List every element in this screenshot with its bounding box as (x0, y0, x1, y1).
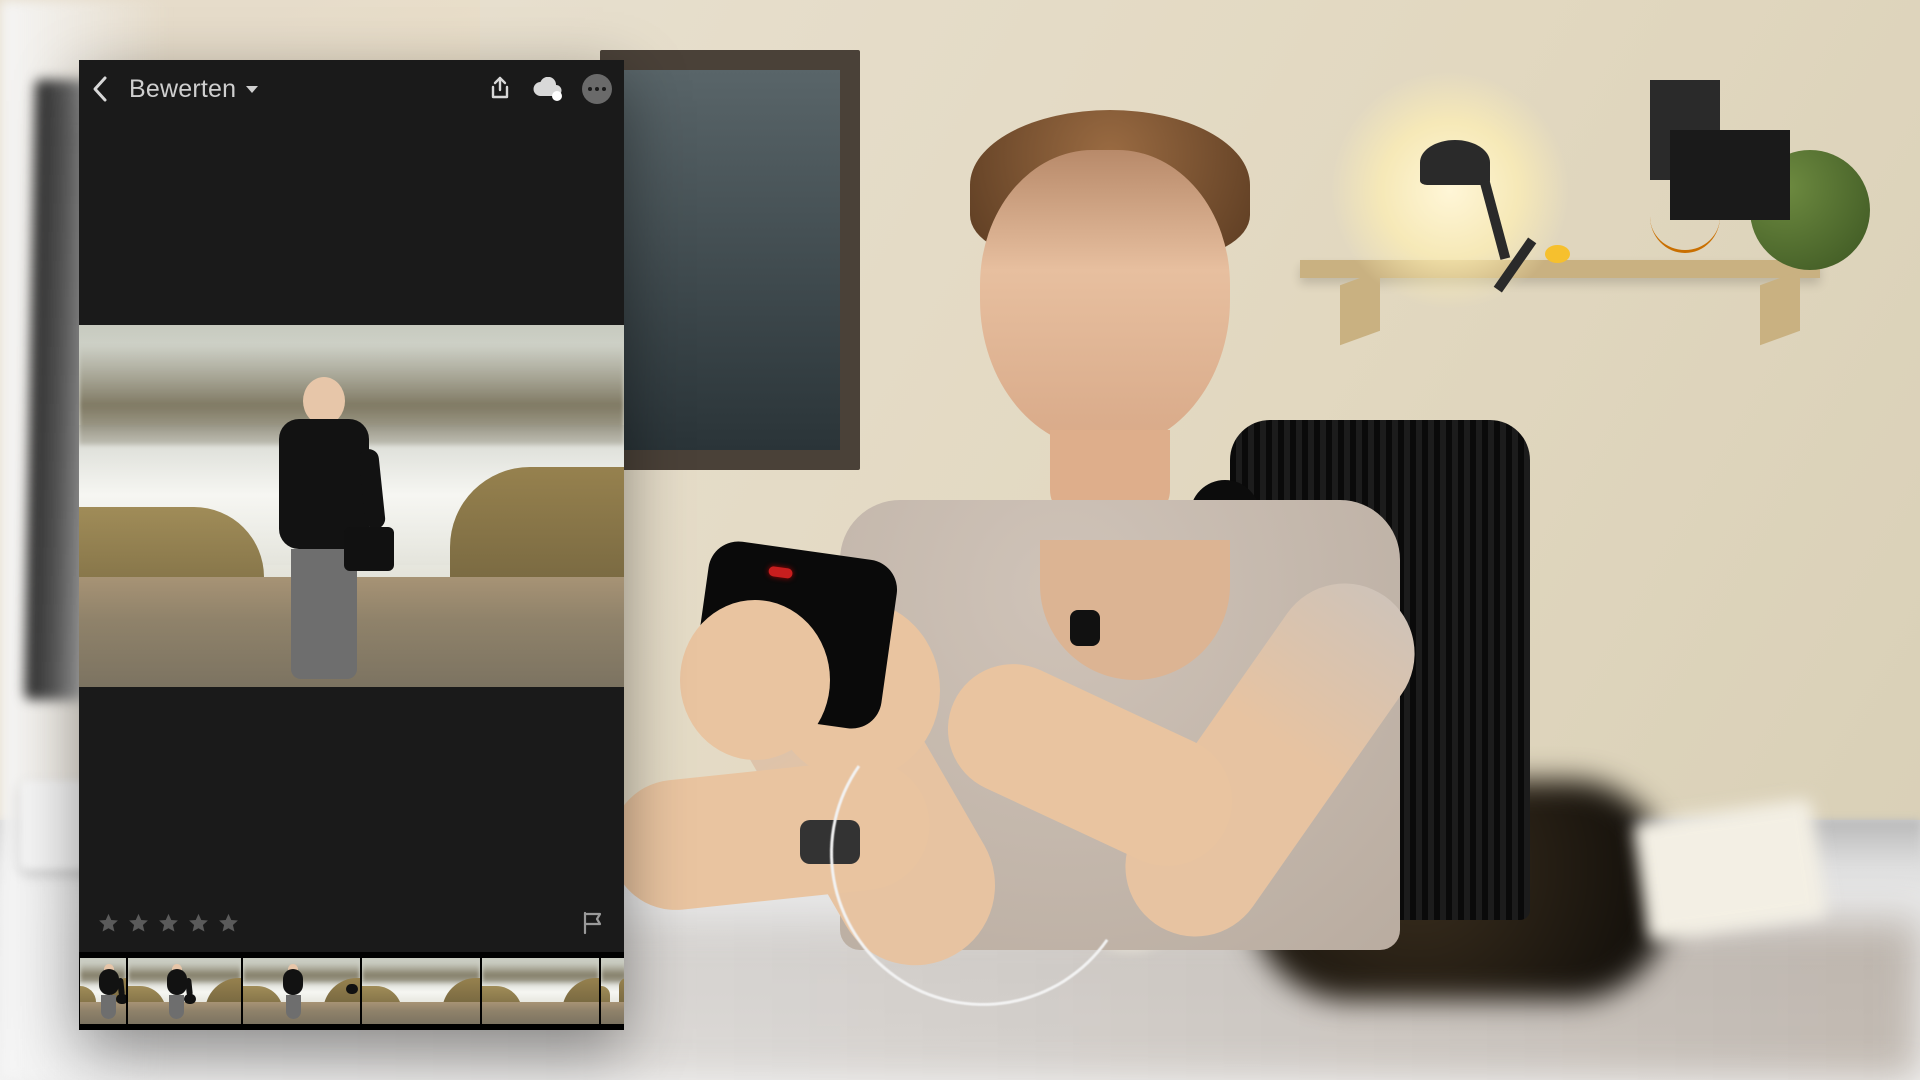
dot-icon (595, 87, 599, 91)
cloud-sync-button[interactable] (530, 77, 564, 101)
cloud-sync-icon (530, 77, 564, 101)
filmstrip-thumb[interactable] (362, 958, 480, 1024)
share-icon (488, 75, 512, 103)
photo-canvas[interactable] (79, 118, 624, 894)
filmstrip-thumb[interactable] (482, 958, 599, 1024)
rating-bar (79, 894, 624, 952)
dot-icon (588, 87, 592, 91)
star-rating[interactable] (97, 912, 240, 935)
filmstrip-thumb[interactable] (601, 958, 624, 1024)
share-button[interactable] (488, 75, 512, 103)
lavalier-mic (1070, 610, 1100, 646)
chevron-left-icon (91, 75, 111, 103)
dot-icon (602, 87, 606, 91)
star-icon[interactable] (187, 912, 210, 935)
filmstrip-thumb[interactable] (128, 958, 241, 1024)
app-header: Bewerten (79, 60, 624, 118)
mode-label: Bewerten (129, 75, 236, 104)
main-photo-preview (79, 325, 624, 687)
star-icon[interactable] (97, 912, 120, 935)
star-icon[interactable] (217, 912, 240, 935)
star-icon[interactable] (157, 912, 180, 935)
filmstrip-thumb[interactable] (243, 958, 360, 1024)
star-icon[interactable] (127, 912, 150, 935)
back-button[interactable] (91, 75, 111, 103)
filmstrip-thumb[interactable] (80, 958, 126, 1024)
app-screen: Bewerten (79, 60, 624, 1030)
filmstrip[interactable] (79, 952, 624, 1030)
flag-toggle[interactable] (580, 910, 606, 936)
mode-dropdown[interactable]: Bewerten (129, 75, 258, 104)
chevron-down-icon (246, 86, 258, 93)
flag-icon (580, 910, 606, 936)
more-options-button[interactable] (582, 74, 612, 104)
